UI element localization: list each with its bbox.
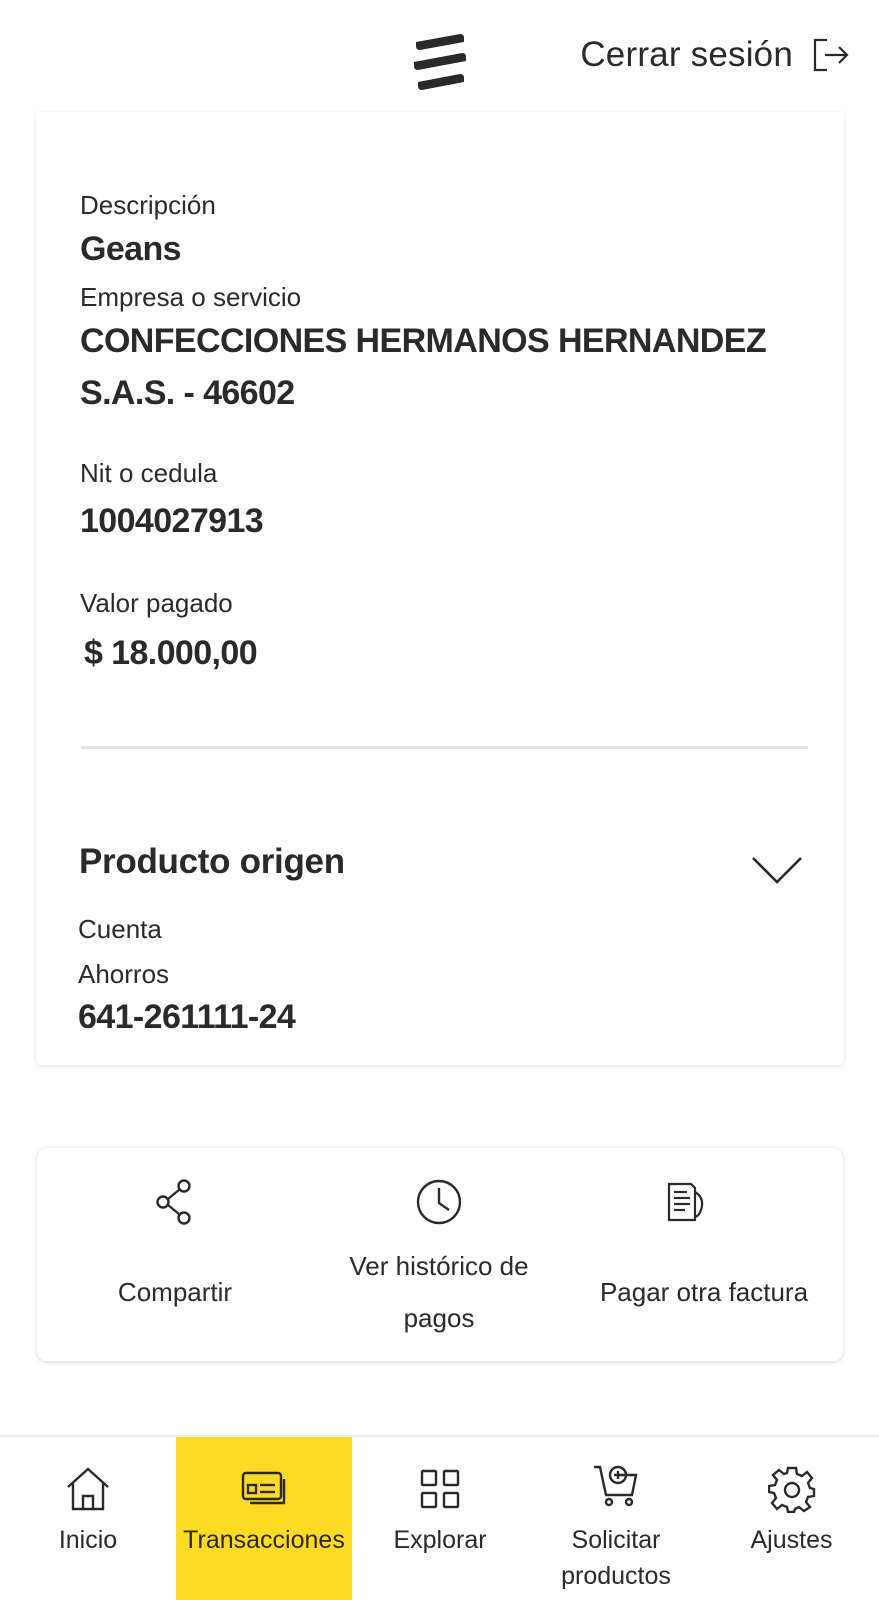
- descripcion-value: Geans: [80, 230, 182, 268]
- share-action-button[interactable]: Compartir: [37, 1148, 313, 1361]
- bill-icon: [667, 1182, 704, 1222]
- empresa-label: Empresa o servicio: [80, 282, 302, 312]
- nit-value: 1004027913: [80, 502, 264, 540]
- nav-item-inicio[interactable]: Inicio: [0, 1437, 176, 1600]
- nav-ajustes-label: Ajustes: [750, 1526, 833, 1554]
- nav-item-ajustes[interactable]: Ajustes: [704, 1437, 879, 1600]
- payment-detail-card: Descripción Geans Empresa o servicio CON…: [36, 112, 844, 1065]
- logout-label: Cerrar sesión: [580, 35, 793, 74]
- clock-icon: [416, 1179, 462, 1225]
- account-type-label: Cuenta: [78, 914, 162, 944]
- descripcion-label: Descripción: [80, 190, 216, 220]
- logout-button[interactable]: Cerrar sesión: [580, 30, 851, 80]
- actions-card: Compartir Ver histórico de pagos Pagar o…: [37, 1148, 843, 1361]
- producto-origen-title: Producto origen: [79, 842, 345, 881]
- nav-solicitar-label-line1: Solicitar: [571, 1526, 661, 1554]
- pay-other-bill-action-button[interactable]: Pagar otra factura: [565, 1148, 843, 1361]
- payment-history-action-button[interactable]: Ver histórico de pagos: [313, 1148, 565, 1361]
- section-divider: [81, 746, 808, 749]
- nav-transacciones-label: Transacciones: [183, 1526, 345, 1554]
- payment-history-label-line2: pagos: [403, 1303, 475, 1333]
- app-header: Cerrar sesión: [0, 0, 879, 112]
- bank-logo-icon: [414, 34, 466, 90]
- gear-icon: [768, 1466, 816, 1513]
- nit-label: Nit o cedula: [80, 458, 218, 488]
- empresa-value-line1: CONFECCIONES HERMANOS HERNANDEZ: [80, 322, 767, 360]
- nav-solicitar-label-line2: productos: [561, 1562, 671, 1590]
- share-icon: [156, 1179, 191, 1225]
- account-number: 641-261111-24: [78, 998, 296, 1036]
- nav-inicio-label: Inicio: [58, 1526, 118, 1554]
- payment-history-label-line1: Ver histórico de: [349, 1251, 529, 1281]
- share-action-label: Compartir: [117, 1277, 233, 1307]
- home-icon: [67, 1467, 109, 1511]
- logout-icon: [813, 38, 849, 72]
- card-icon: [241, 1471, 286, 1505]
- chevron-down-icon[interactable]: [750, 854, 804, 886]
- valor-value: $ 18.000,00: [84, 634, 258, 672]
- nav-item-solicitar-productos[interactable]: Solicitar productos: [528, 1437, 704, 1600]
- empresa-value-line2: S.A.S. - 46602: [80, 374, 295, 412]
- nav-item-transacciones[interactable]: Transacciones: [176, 1437, 352, 1600]
- cart-add-icon: [594, 1465, 638, 1507]
- nav-explorar-label: Explorar: [393, 1526, 487, 1554]
- pay-other-bill-label: Pagar otra factura: [599, 1277, 809, 1307]
- account-subtype-label: Ahorros: [78, 959, 170, 989]
- valor-label: Valor pagado: [80, 588, 233, 618]
- nav-item-explorar[interactable]: Explorar: [352, 1437, 528, 1600]
- bottom-navigation: Inicio Transacciones Explorar Solicitar: [0, 1435, 879, 1600]
- grid-icon: [420, 1469, 460, 1509]
